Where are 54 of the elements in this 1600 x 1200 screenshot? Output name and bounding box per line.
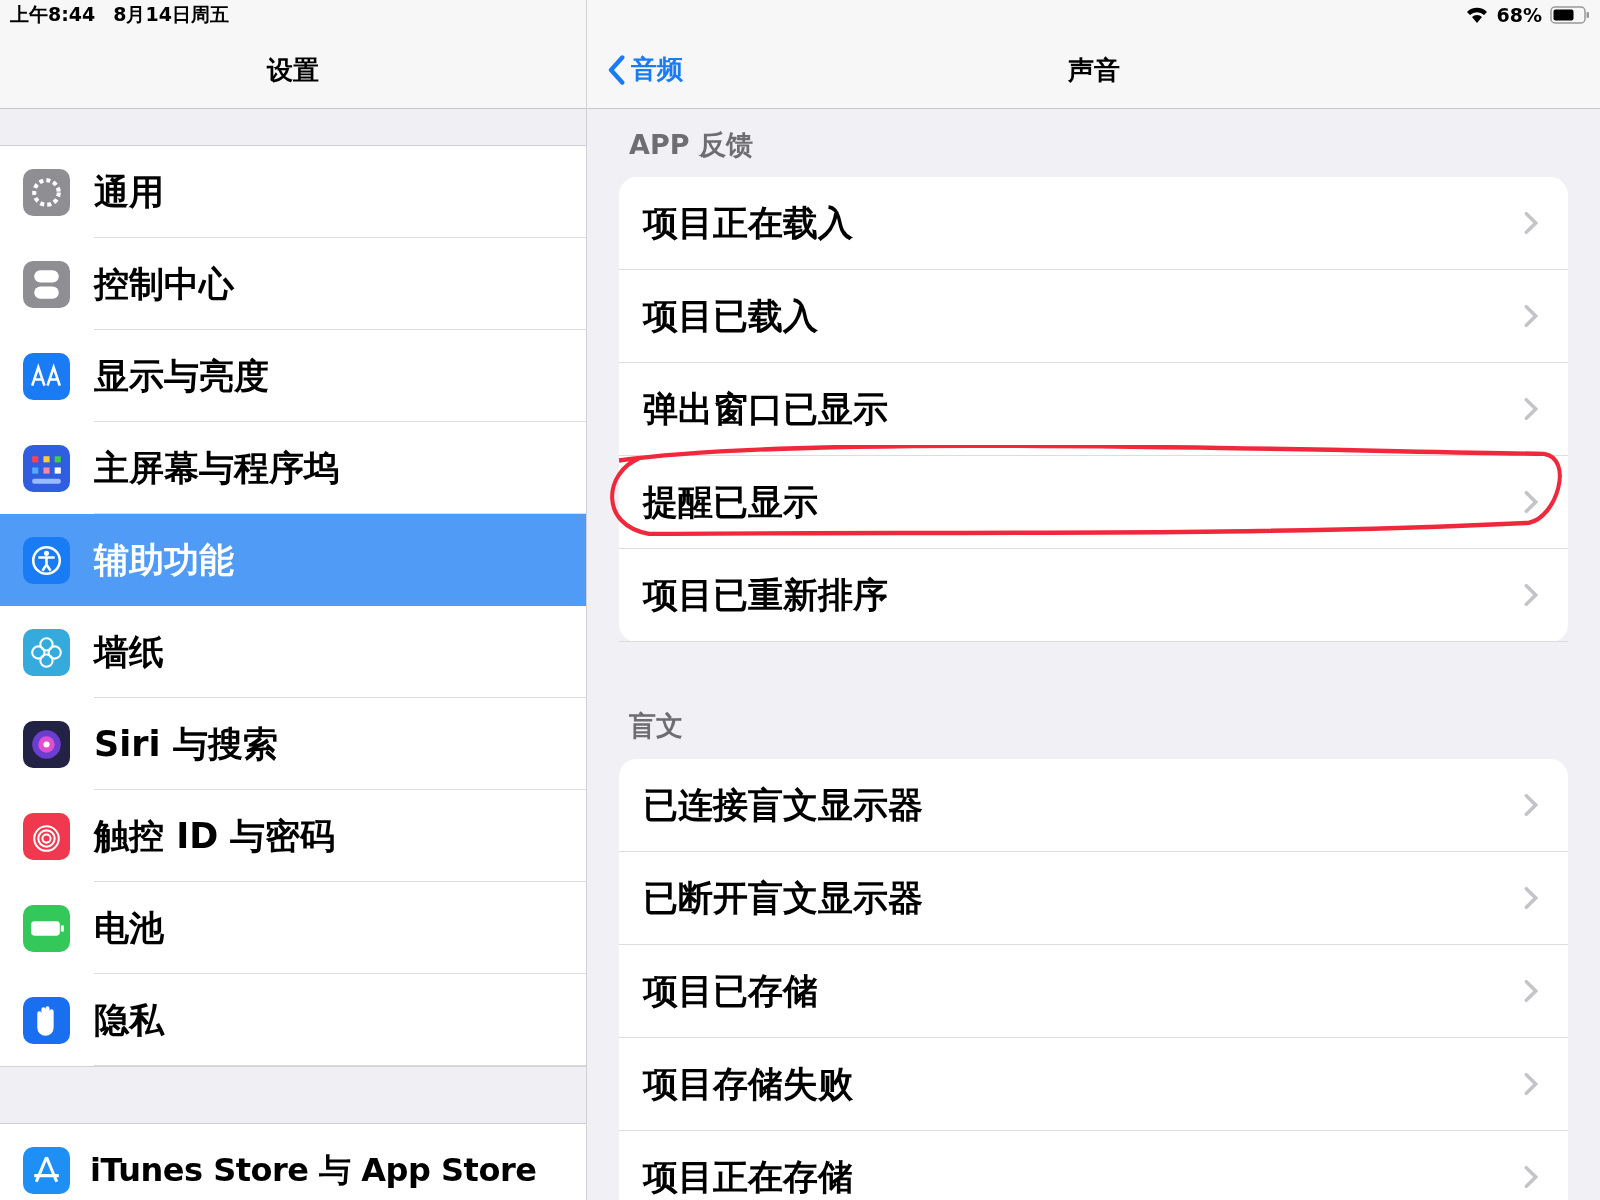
row-label: 项目已重新排序: [643, 573, 889, 617]
chevron-icon: [1524, 979, 1538, 1003]
sidebar-item-label: 辅助功能: [94, 539, 235, 582]
chevron-icon: [1524, 397, 1538, 421]
settings-row[interactable]: 已连接盲文显示器: [619, 759, 1568, 852]
settings-row[interactable]: 弹出窗口已显示: [619, 363, 1568, 456]
sidebar-item-label: 隐私: [94, 974, 586, 1066]
row-label: 项目已载入: [643, 294, 819, 338]
sidebar-item-label: iTunes Store 与 App Store: [90, 1124, 586, 1200]
battery-percent: 68%: [1496, 4, 1542, 26]
row-label: 项目正在存储: [643, 1155, 854, 1199]
gear-icon: [23, 168, 70, 216]
settings-row[interactable]: 项目正在存储: [619, 1131, 1568, 1200]
settings-row[interactable]: 项目已载入: [619, 270, 1568, 363]
chevron-icon: [1524, 304, 1538, 328]
section-header: APP 反馈: [628, 128, 754, 162]
back-button[interactable]: 音频: [607, 30, 683, 109]
flower-icon: [23, 628, 70, 676]
row-label: 弹出窗口已显示: [643, 387, 889, 431]
accessibility-icon: [23, 536, 70, 584]
hand-icon: [23, 996, 70, 1044]
chevron-icon: [1524, 886, 1538, 910]
settings-row[interactable]: 已断开盲文显示器: [619, 852, 1568, 945]
chevron-icon: [1524, 211, 1538, 235]
settings-row[interactable]: 项目已存储: [619, 945, 1568, 1038]
row-label: 提醒已显示: [643, 480, 819, 524]
row-label: 已连接盲文显示器: [643, 783, 924, 827]
status-time: 上午8:44: [10, 2, 96, 27]
sidebar-title: 设置: [265, 54, 320, 87]
settings-row[interactable]: 项目存储失败: [619, 1038, 1568, 1131]
battery-icon: [1550, 5, 1590, 25]
chevron-icon: [1524, 1072, 1538, 1096]
row-label: 已断开盲文显示器: [643, 876, 924, 920]
section-header: 盲文: [628, 709, 684, 743]
row-label: 项目存储失败: [643, 1062, 854, 1106]
status-date: 8月14日周五: [113, 2, 229, 27]
toggle-icon: [23, 260, 70, 308]
orb-icon: [23, 720, 70, 768]
back-chevron-icon: [607, 54, 625, 85]
row-label: 项目正在载入: [643, 201, 854, 245]
fingerprint-icon: [23, 812, 70, 860]
settings-row[interactable]: 提醒已显示: [619, 456, 1568, 549]
page-title: 声音: [1067, 54, 1120, 87]
battery-icon: [23, 904, 70, 952]
text-size-icon: [23, 352, 70, 400]
row-label: 项目已存储: [643, 969, 819, 1013]
chevron-icon: [1524, 490, 1538, 514]
app-grid-icon: [23, 444, 70, 492]
chevron-icon: [1524, 583, 1538, 607]
settings-row[interactable]: 项目已重新排序: [619, 549, 1568, 642]
settings-row[interactable]: 项目正在载入: [619, 177, 1568, 270]
chevron-icon: [1524, 793, 1538, 817]
chevron-icon: [1524, 1165, 1538, 1189]
app-store-icon: [23, 1146, 70, 1194]
